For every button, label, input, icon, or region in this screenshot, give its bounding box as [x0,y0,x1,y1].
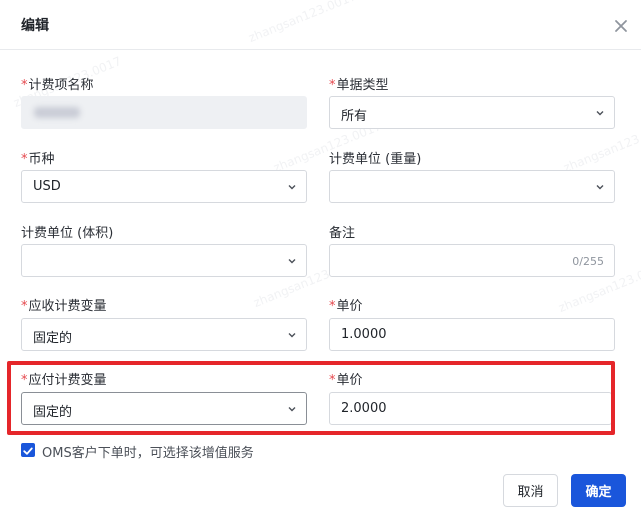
unit-volume-label: 计费单位 (体积) [21,226,114,241]
chevron-down-icon [288,333,296,338]
required-mark: * [329,78,336,93]
cancel-button[interactable]: 取消 [503,474,558,507]
receivable-price-label: *单价 [329,299,363,314]
chevron-down-icon [288,185,296,190]
receivable-variable-value: 固定的 [33,331,73,346]
redacted-value [34,107,80,118]
required-mark: * [21,299,28,314]
edit-dialog: zhangsan123.0017 zhangsan123.0017 zhangs… [0,0,641,526]
document-type-label: *单据类型 [329,78,389,93]
fee-item-name-input [21,96,307,129]
remark-input[interactable]: 0/255 [329,244,615,277]
receivable-price-input[interactable]: 1.0000 [329,318,615,351]
unit-weight-label: 计费单位 (重量) [329,152,422,167]
confirm-button[interactable]: 确定 [571,474,626,507]
currency-value: USD [33,179,61,194]
currency-label: *币种 [21,152,55,167]
dialog-header: 编辑 [0,0,641,50]
document-type-select[interactable]: 所有 [329,96,615,129]
close-icon[interactable] [611,16,631,36]
required-mark: * [21,78,28,93]
chevron-down-icon [596,111,604,116]
required-mark: * [329,299,336,314]
char-counter: 0/255 [572,255,604,268]
unit-weight-select[interactable] [329,170,615,203]
oms-option-checkbox[interactable] [21,443,35,457]
currency-select[interactable]: USD [21,170,307,203]
fee-item-name-label: *计费项名称 [21,78,94,93]
oms-option-label[interactable]: OMS客户下单时，可选择该增值服务 [42,442,254,461]
document-type-value: 所有 [341,109,368,124]
remark-label: 备注 [329,226,356,241]
required-mark: * [21,152,28,167]
receivable-variable-label: *应收计费变量 [21,299,107,314]
unit-volume-select[interactable] [21,244,307,277]
dialog-title: 编辑 [21,18,49,34]
receivable-variable-select[interactable]: 固定的 [21,318,307,351]
receivable-price-value: 1.0000 [341,327,387,342]
highlight-box [7,361,615,435]
chevron-down-icon [596,185,604,190]
chevron-down-icon [288,259,296,264]
checkmark-icon [23,447,33,455]
